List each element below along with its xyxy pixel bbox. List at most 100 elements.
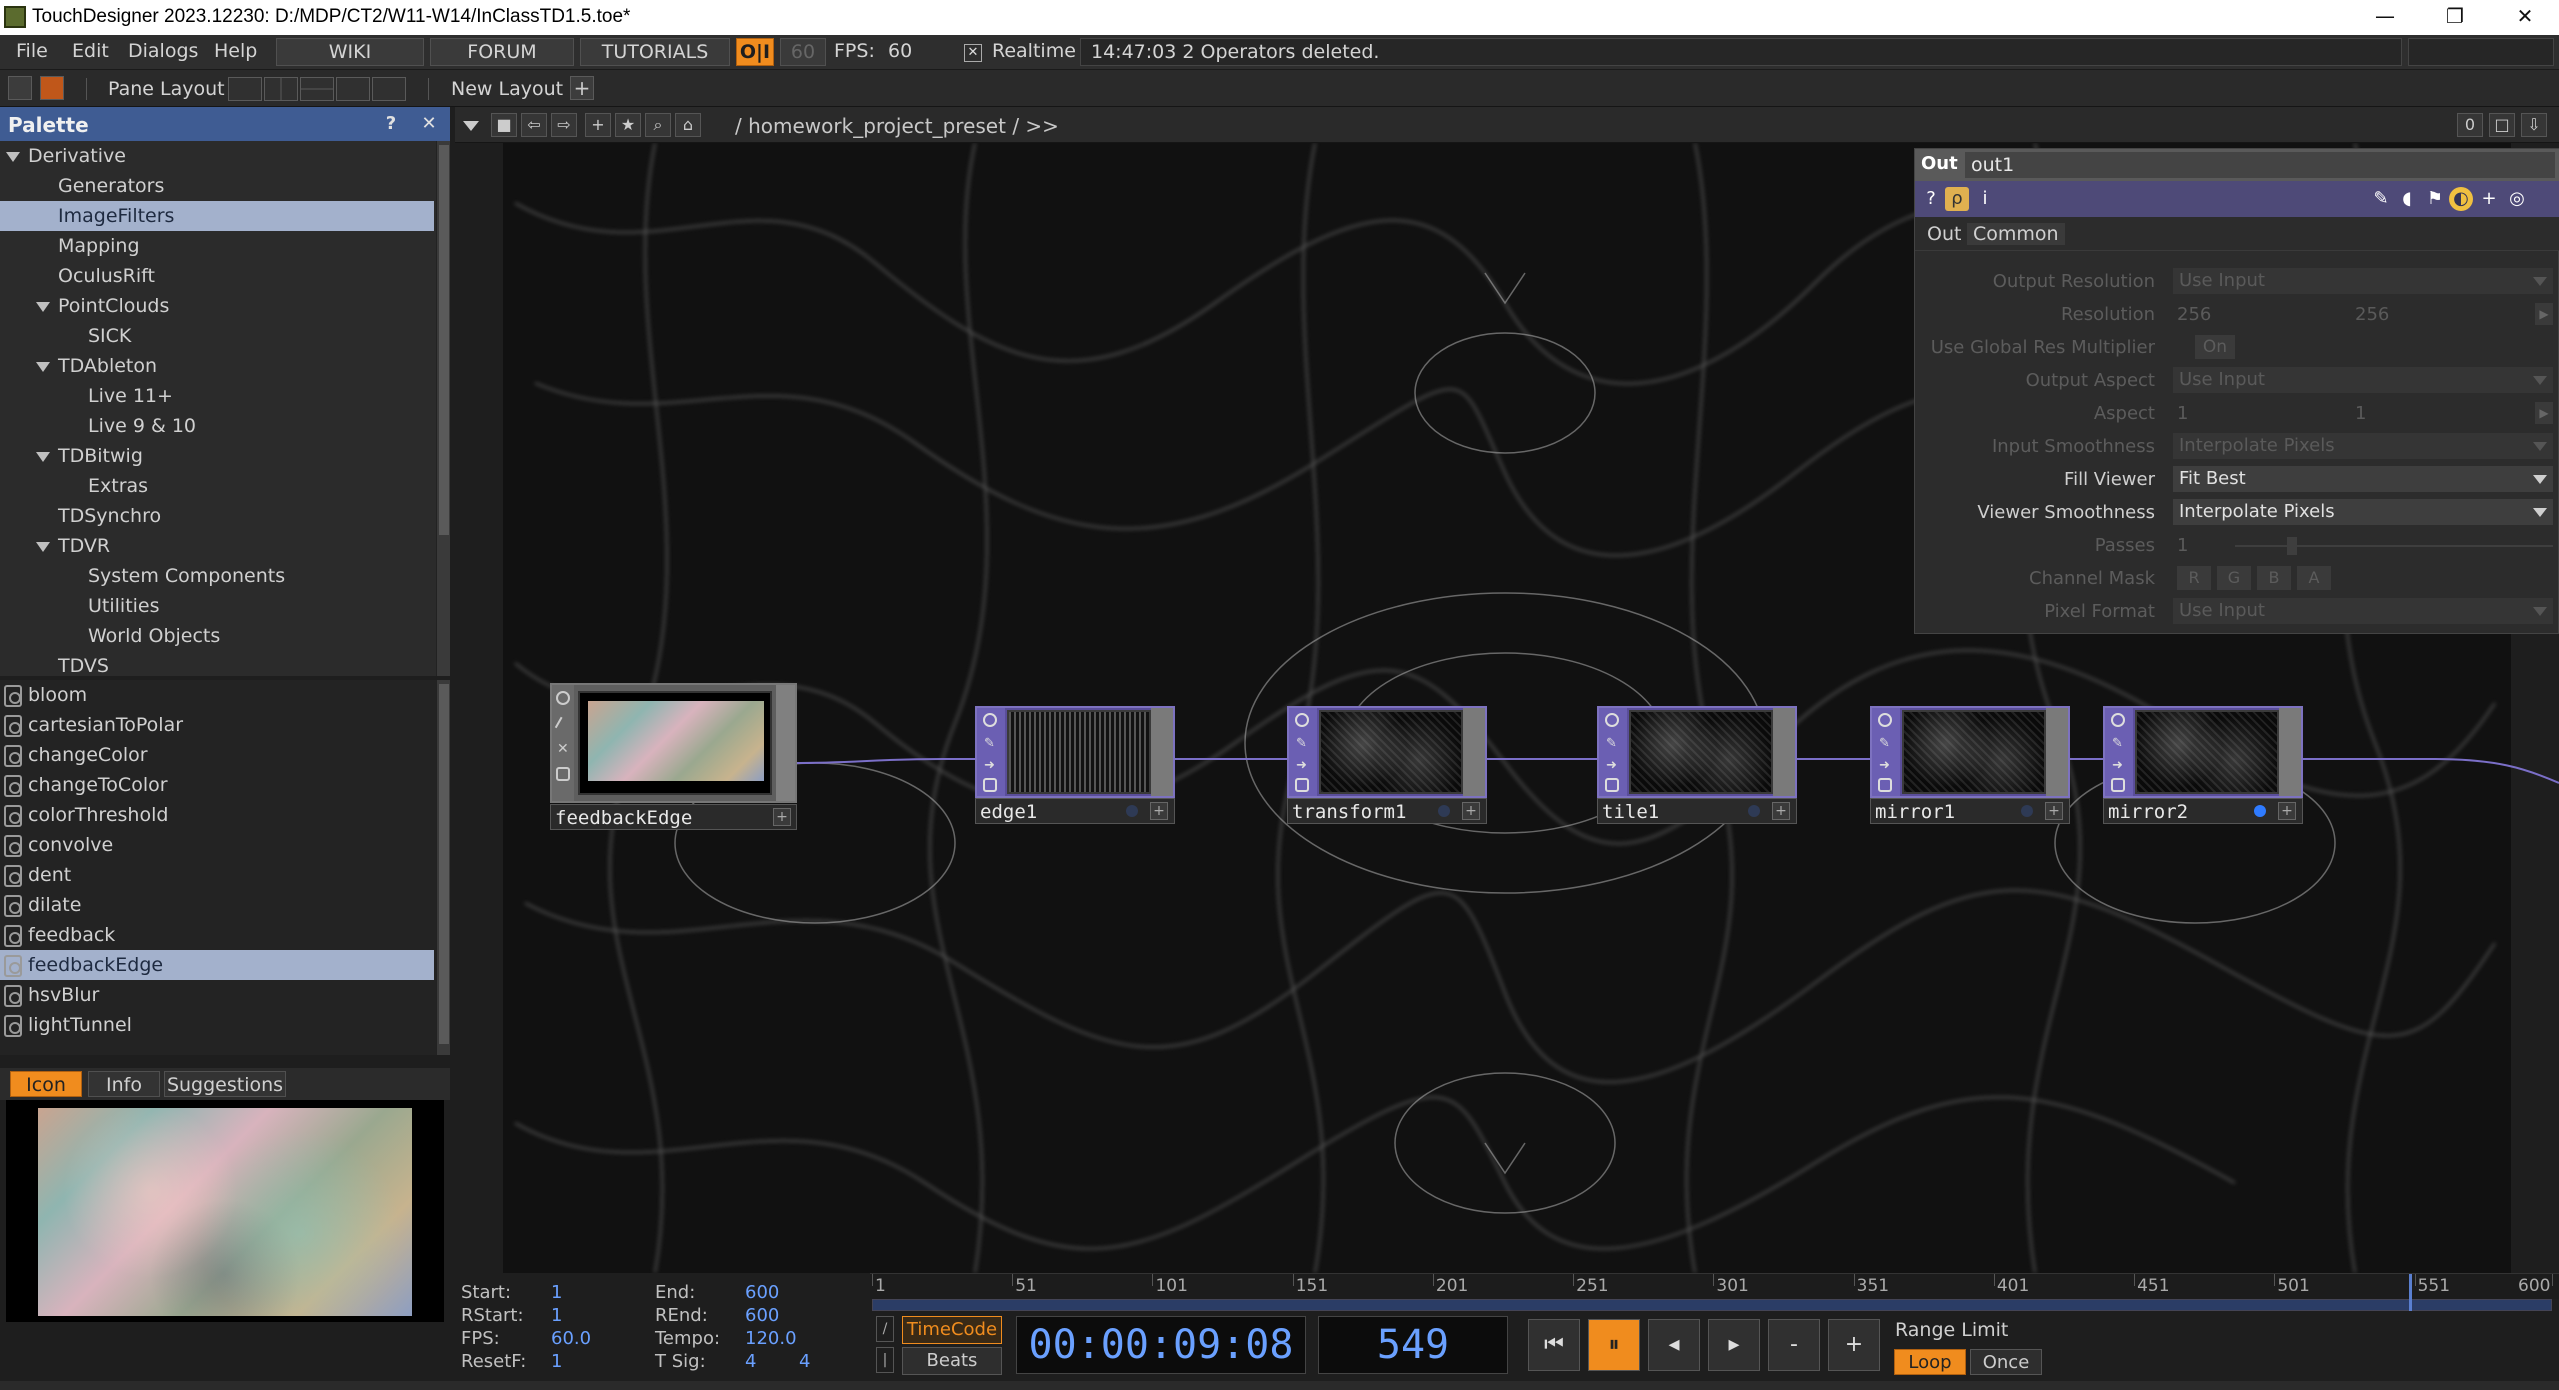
pause-icon[interactable]: ⏸: [1588, 1319, 1640, 1371]
back-arrow-icon[interactable]: ⇦: [521, 113, 547, 137]
expand-arrow-icon[interactable]: ▶: [2535, 303, 2553, 325]
zoom-indicator[interactable]: 0: [2457, 113, 2483, 137]
layout-single-button[interactable]: [228, 77, 262, 101]
palette-component-item[interactable]: changeColor: [0, 740, 434, 770]
palette-component-item[interactable]: feedback: [0, 920, 434, 950]
layout-four-button[interactable]: [372, 77, 406, 101]
add-icon[interactable]: +: [2477, 187, 2501, 211]
edit-icon[interactable]: [554, 716, 572, 734]
loop-button[interactable]: Loop: [1894, 1349, 1966, 1375]
edit-icon[interactable]: ✎: [1606, 736, 1617, 751]
palette-component-item[interactable]: dent: [0, 860, 434, 890]
node-name[interactable]: transform1: [1292, 801, 1406, 823]
scroll-thumb[interactable]: [439, 145, 449, 535]
end-value[interactable]: 600: [745, 1282, 779, 1303]
viewer-toggle-icon[interactable]: [1295, 713, 1309, 727]
timecode-mode-button[interactable]: TimeCode: [902, 1316, 1002, 1344]
palette-tree-item[interactable]: Derivative: [0, 141, 434, 171]
node-name[interactable]: mirror1: [1875, 801, 1955, 823]
menu-edit[interactable]: Edit: [72, 40, 109, 62]
palette-icon[interactable]: [40, 76, 64, 100]
palette-help-button[interactable]: ?: [376, 111, 406, 137]
palette-component-item[interactable]: colorThreshold: [0, 800, 434, 830]
lock-icon[interactable]: [1295, 778, 1309, 792]
top-node[interactable]: ✎ ➜: [2103, 706, 2303, 798]
tab-suggestions[interactable]: Suggestions: [164, 1071, 286, 1097]
comment-icon[interactable]: ◖: [2395, 187, 2419, 211]
layout-split-horizontal-button[interactable]: [300, 77, 334, 101]
palette-tree-item[interactable]: Live 9 & 10: [0, 411, 434, 441]
display-flag-icon[interactable]: [1748, 805, 1760, 817]
tab-info[interactable]: Info: [88, 1071, 160, 1097]
timeline-playhead[interactable]: [2408, 1274, 2412, 1312]
home-icon[interactable]: ⌂: [675, 113, 701, 137]
output-aspect-menu[interactable]: Use Input: [2173, 367, 2553, 393]
bookmark-star-icon[interactable]: ★: [615, 113, 641, 137]
display-flag-icon[interactable]: [2254, 805, 2266, 817]
image-icon[interactable]: [8, 76, 32, 100]
node-add-button[interactable]: +: [1772, 802, 1790, 820]
minimize-button[interactable]: —: [2350, 0, 2420, 35]
add-operator-icon[interactable]: +: [585, 113, 611, 137]
operator-name-field[interactable]: out1: [1965, 152, 2555, 178]
download-arrow-icon[interactable]: ⇩: [2521, 113, 2547, 137]
menu-dialogs[interactable]: Dialogs: [128, 40, 198, 62]
clone-arrow-icon[interactable]: ➜: [984, 758, 995, 773]
palette-component-item[interactable]: bloom: [0, 680, 434, 710]
forum-button[interactable]: FORUM: [430, 38, 574, 66]
tutorials-button[interactable]: TUTORIALS: [580, 38, 730, 66]
add-layout-button[interactable]: +: [570, 76, 594, 100]
node-add-button[interactable]: +: [1150, 802, 1168, 820]
top-node[interactable]: ✎ ➜: [1597, 706, 1797, 798]
wiki-button[interactable]: WIKI: [276, 38, 424, 66]
close-window-button[interactable]: ✕: [2490, 0, 2559, 35]
node-add-button[interactable]: +: [2278, 802, 2296, 820]
palette-tree-item[interactable]: TDAbleton: [0, 351, 434, 381]
node-feedbackedge[interactable]: ✕: [550, 683, 797, 803]
channel-b-toggle[interactable]: B: [2257, 566, 2291, 590]
pixel-format-menu[interactable]: Use Input: [2173, 598, 2553, 624]
clone-arrow-icon[interactable]: ➜: [1606, 758, 1617, 773]
resolution-w-field[interactable]: 256: [2177, 304, 2211, 325]
target-icon[interactable]: ◎: [2505, 187, 2529, 211]
once-button[interactable]: Once: [1970, 1349, 2042, 1375]
search-icon[interactable]: ⌕: [645, 113, 671, 137]
node-name[interactable]: mirror2: [2108, 801, 2188, 823]
output-resolution-menu[interactable]: Use Input: [2173, 268, 2553, 294]
fill-viewer-menu[interactable]: Fit Best: [2173, 466, 2553, 492]
lock-icon[interactable]: [2111, 778, 2125, 792]
node-add-button[interactable]: +: [1462, 802, 1480, 820]
edit-icon[interactable]: ✎: [2112, 736, 2123, 751]
aspect-a-field[interactable]: 1: [2177, 403, 2188, 424]
node-name-feedbackedge[interactable]: feedbackEdge: [555, 807, 692, 829]
palette-component-item[interactable]: feedbackEdge: [0, 950, 434, 980]
perform-mode-toggle[interactable]: O|I: [736, 38, 774, 66]
timeline-ruler[interactable]: 1 51 101 151 201 251 301 351 401 451 501 551 600: [870, 1273, 2559, 1299]
realtime-checkbox[interactable]: ✕: [964, 44, 982, 62]
palette-tree-item[interactable]: Extras: [0, 471, 434, 501]
fps-target-field[interactable]: 60: [780, 38, 826, 66]
palette-tree-item[interactable]: PointClouds: [0, 291, 434, 321]
channel-r-toggle[interactable]: R: [2177, 566, 2211, 590]
display-flag-icon[interactable]: [2021, 805, 2033, 817]
palette-component-item[interactable]: changeToColor: [0, 770, 434, 800]
palette-tree-scrollbar[interactable]: [436, 141, 450, 676]
channel-g-toggle[interactable]: G: [2217, 566, 2251, 590]
fps-value[interactable]: 60.0: [551, 1328, 591, 1349]
stop-icon[interactable]: ■: [491, 113, 517, 137]
palette-tree-item[interactable]: OculusRift: [0, 261, 434, 291]
top-node[interactable]: ✎ ➜: [1870, 706, 2070, 798]
pencil-icon[interactable]: ✎: [2369, 187, 2393, 211]
palette-tree-item[interactable]: Generators: [0, 171, 434, 201]
tab-icon[interactable]: Icon: [10, 1071, 82, 1097]
viewer-toggle-icon[interactable]: [556, 691, 570, 705]
step-back-icon[interactable]: ◂: [1648, 1319, 1700, 1371]
display-flag-icon[interactable]: [1126, 805, 1138, 817]
menu-help[interactable]: Help: [214, 40, 257, 62]
bar-icon[interactable]: |: [876, 1347, 894, 1373]
flag-icon[interactable]: ⚑: [2423, 187, 2447, 211]
channel-a-toggle[interactable]: A: [2297, 566, 2331, 590]
palette-list-scrollbar[interactable]: [436, 680, 450, 1055]
python-icon[interactable]: ◐: [2449, 187, 2473, 211]
lock-icon[interactable]: [1878, 778, 1892, 792]
